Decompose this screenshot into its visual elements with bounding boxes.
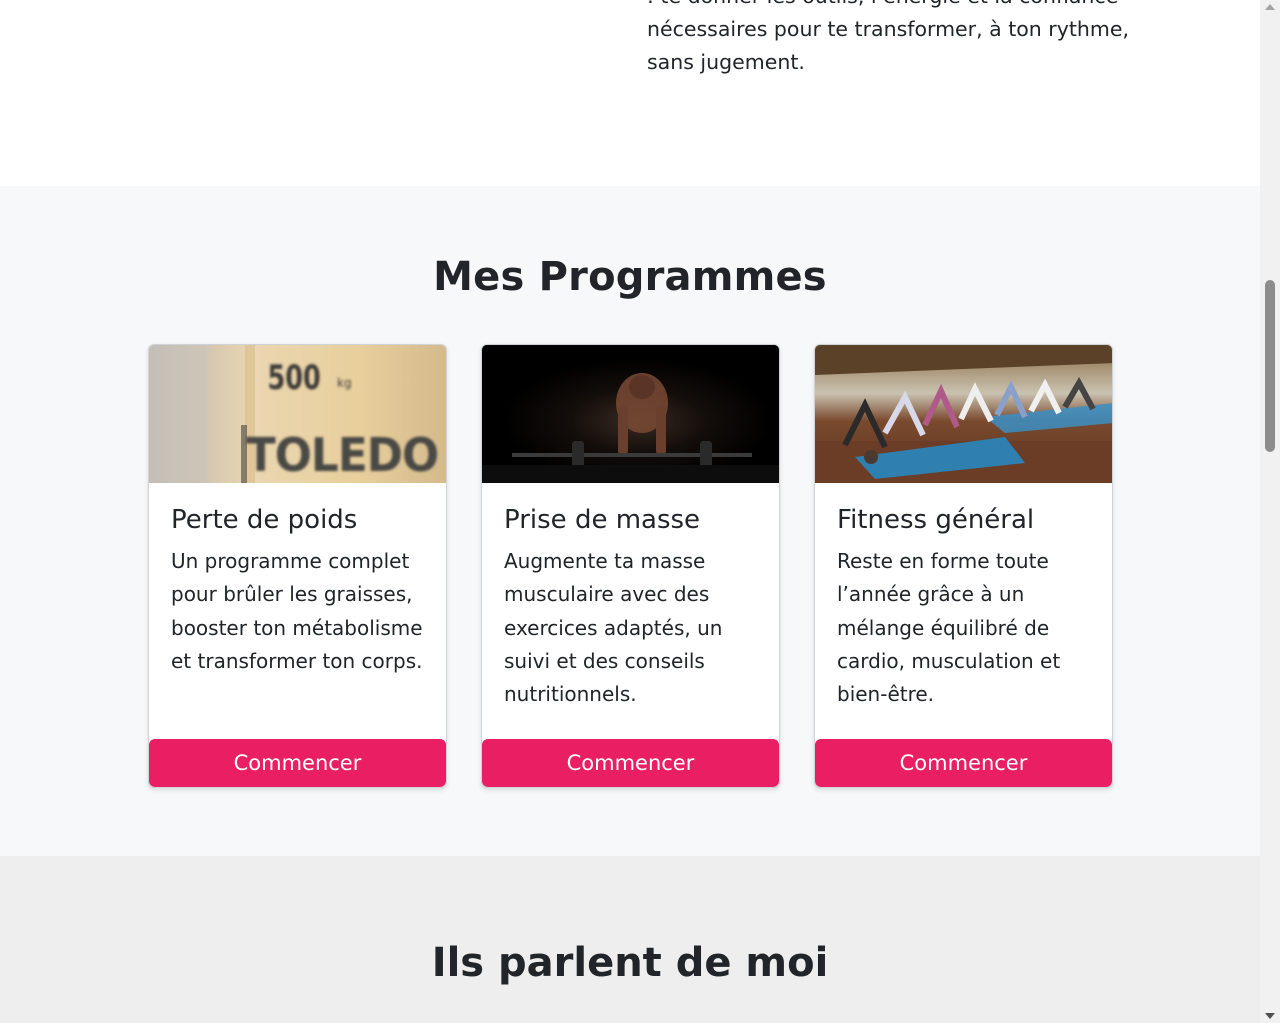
about-section: : te donner les outils, l’énergie et la … bbox=[0, 0, 1260, 186]
toledo-scale-image: 500 kg TOLEDO bbox=[149, 345, 446, 483]
scale-toledo-label: TOLEDO bbox=[246, 428, 438, 482]
program-description: Un programme complet pour brûler les gra… bbox=[171, 549, 423, 673]
program-card-general-fitness: Fitness général Reste en forme toute l’a… bbox=[814, 344, 1113, 788]
program-title: Perte de poids bbox=[171, 505, 358, 535]
programs-section: Mes Programmes 500 kg TOLEDO Perte de po… bbox=[0, 186, 1260, 856]
program-description: Reste en forme toute l’année grâce à un … bbox=[837, 549, 1061, 707]
program-card-mass-gain: Prise de masse Augmente ta masse muscula… bbox=[481, 344, 780, 788]
scrollbar-thumb[interactable] bbox=[1265, 280, 1275, 452]
program-description: Augmente ta masse musculaire avec des ex… bbox=[504, 549, 723, 707]
page-scrollbar[interactable] bbox=[1260, 0, 1280, 1023]
yoga-class-svg bbox=[815, 345, 1112, 483]
svg-text:kg: kg bbox=[337, 376, 352, 390]
toledo-scale-svg: 500 kg TOLEDO bbox=[149, 345, 446, 483]
scroll-down-arrow-icon[interactable] bbox=[1265, 1013, 1275, 1019]
start-weight-loss-button[interactable]: Commencer bbox=[149, 739, 446, 787]
group-yoga-image bbox=[815, 345, 1112, 483]
scale-500kg-label: 500 bbox=[268, 358, 321, 398]
deadlift-svg bbox=[482, 345, 779, 483]
testimonials-section: Ils parlent de moi bbox=[0, 856, 1260, 1023]
start-mass-gain-button[interactable]: Commencer bbox=[482, 739, 779, 787]
start-general-fitness-button[interactable]: Commencer bbox=[815, 739, 1112, 787]
program-card-weight-loss: 500 kg TOLEDO Perte de poids Un programm… bbox=[148, 344, 447, 788]
programs-heading: Mes Programmes bbox=[433, 254, 827, 300]
program-title: Fitness général bbox=[837, 505, 1035, 535]
program-title: Prise de masse bbox=[504, 505, 701, 535]
testimonials-heading: Ils parlent de moi bbox=[431, 940, 829, 986]
scroll-up-arrow-icon[interactable] bbox=[1265, 4, 1275, 10]
deadlift-athlete-image bbox=[482, 345, 779, 483]
about-text: : te donner les outils, l’énergie et la … bbox=[647, 0, 1129, 74]
